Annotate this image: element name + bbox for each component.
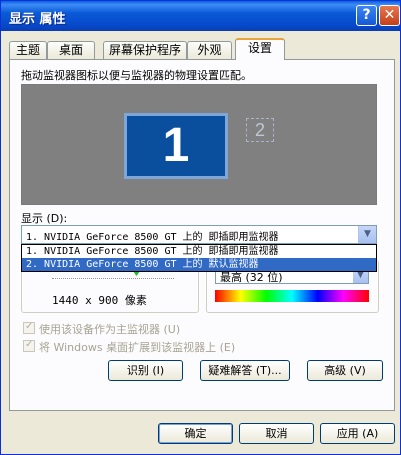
resolution-slider-ticks: [52, 278, 174, 283]
tab-settings[interactable]: 设置: [235, 38, 285, 60]
advanced-button[interactable]: 高级 (V): [307, 360, 383, 381]
monitor-1-number: 1: [162, 119, 190, 172]
chevron-down-icon[interactable]: ▼: [358, 226, 376, 243]
ok-button[interactable]: 确定: [158, 423, 233, 444]
close-icon: ✕: [383, 7, 396, 23]
check-icon: ✓: [25, 339, 34, 350]
identify-button[interactable]: 识别 (I): [108, 360, 183, 381]
display-option-1[interactable]: 1. NVIDIA GeForce 8500 GT 上的 即插即用监视器: [22, 245, 376, 258]
extend-desktop-checkbox[interactable]: ✓: [23, 339, 35, 352]
settings-panel: 拖动监视器图标以便与监视器的物理设置匹配。 1 2 显示 (D): 1. NVI…: [9, 59, 395, 411]
description-text: 拖动监视器图标以便与监视器的物理设置匹配。: [21, 69, 252, 82]
tab-strip: 主题 桌面 屏幕保护程序 外观 设置: [9, 38, 395, 60]
title-bar[interactable]: 显示 属性 ? ✕: [1, 1, 400, 31]
display-option-2[interactable]: 2. NVIDIA GeForce 8500 GT 上的 默认监视器: [22, 258, 376, 271]
close-button[interactable]: ✕: [379, 5, 400, 26]
monitor-1-icon[interactable]: 1: [124, 113, 228, 179]
troubleshoot-button[interactable]: 疑难解答 (T)...: [200, 360, 290, 381]
display-selected-value: 1. NVIDIA GeForce 8500 GT 上的 即插即用监视器: [26, 232, 279, 243]
tab-screensaver[interactable]: 屏幕保护程序: [103, 41, 187, 59]
monitor-2-icon[interactable]: 2: [246, 118, 274, 142]
cancel-button[interactable]: 取消: [239, 423, 314, 444]
check-icon: ✓: [25, 321, 34, 332]
primary-monitor-checkbox[interactable]: ✓: [23, 321, 35, 334]
apply-button[interactable]: 应用 (A): [320, 423, 395, 444]
help-icon: ?: [362, 7, 371, 23]
monitor-preview: 1 2: [21, 84, 377, 205]
display-select[interactable]: 1. NVIDIA GeForce 8500 GT 上的 即插即用监视器 ▼: [21, 225, 377, 244]
tab-desktop[interactable]: 桌面: [47, 41, 95, 59]
extend-desktop-label: 将 Windows 桌面扩展到该监视器上 (E): [39, 341, 236, 354]
monitor-2-number: 2: [254, 120, 265, 140]
tab-appearance[interactable]: 外观: [187, 41, 232, 59]
display-properties-window: 显示 属性 ? ✕ 主题 桌面 屏幕保护程序 外观 设置 拖动监视器图标以便与监…: [0, 0, 401, 455]
display-label: 显示 (D):: [21, 212, 68, 225]
help-button[interactable]: ?: [356, 5, 377, 26]
color-spectrum-bar: [215, 290, 369, 302]
display-dropdown-list: 1. NVIDIA GeForce 8500 GT 上的 即插即用监视器 2. …: [21, 244, 377, 272]
window-title: 显示 属性: [9, 12, 66, 27]
primary-monitor-label: 使用该设备作为主监视器 (U): [39, 323, 181, 336]
tab-theme[interactable]: 主题: [9, 41, 47, 59]
resolution-text: 1440 x 900 像素: [52, 294, 147, 307]
